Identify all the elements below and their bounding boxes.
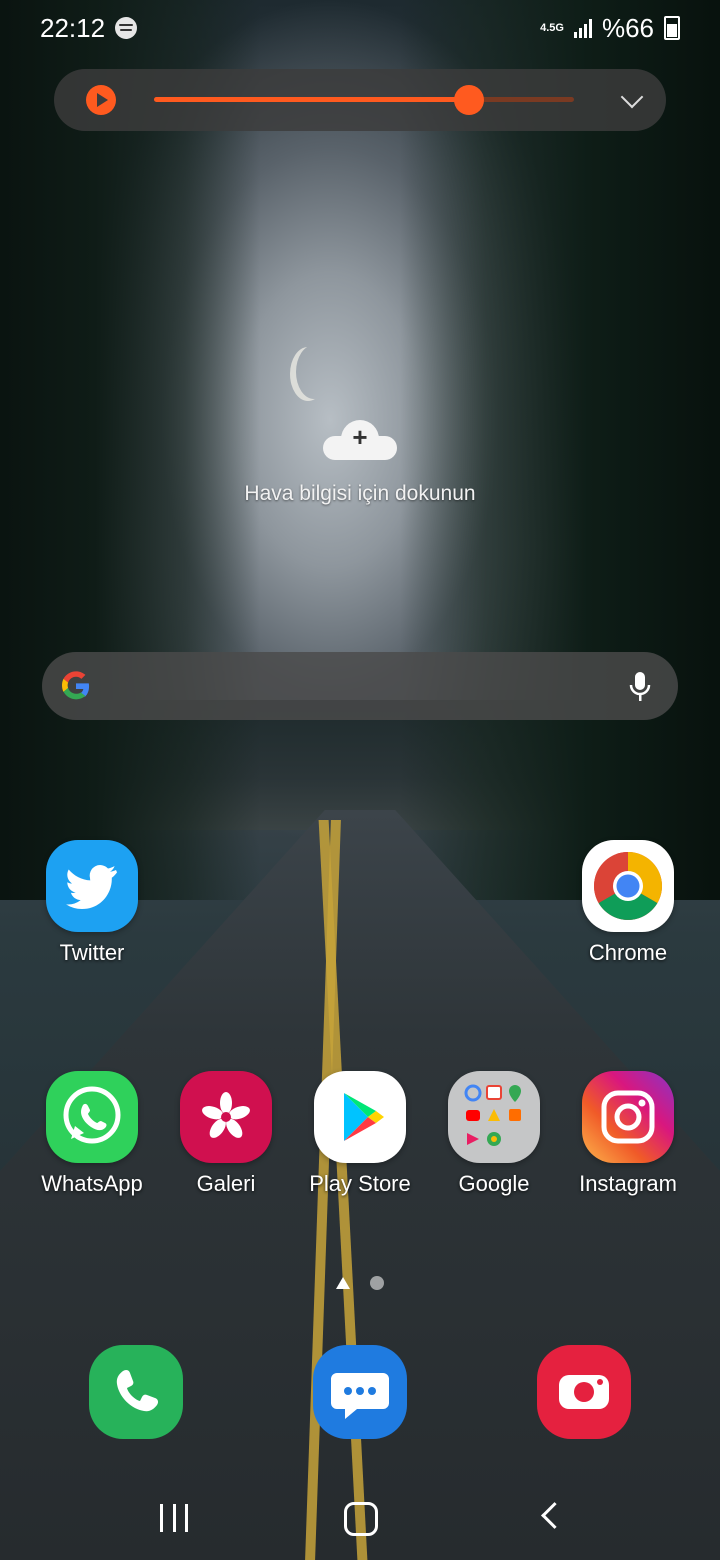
page-dot[interactable] bbox=[370, 1276, 384, 1290]
app-label: WhatsApp bbox=[41, 1171, 143, 1196]
google-folder-icon[interactable] bbox=[448, 1071, 540, 1163]
home-button[interactable] bbox=[344, 1502, 378, 1536]
wallpaper bbox=[0, 0, 720, 1560]
battery-percent: %66 bbox=[601, 12, 654, 43]
twitter-icon[interactable] bbox=[46, 840, 138, 932]
cloud-add-icon[interactable]: + bbox=[323, 418, 397, 462]
app-play-store[interactable]: Play Store bbox=[295, 1071, 425, 1197]
navigation-bar bbox=[0, 1480, 720, 1560]
app-label: Google bbox=[458, 1171, 530, 1196]
chrome-icon[interactable] bbox=[582, 840, 674, 932]
messages-icon[interactable] bbox=[313, 1345, 407, 1439]
media-progress-fill bbox=[154, 97, 469, 102]
app-label: Play Store bbox=[309, 1171, 411, 1196]
chevron-down-icon[interactable] bbox=[620, 85, 644, 109]
app-label: Twitter bbox=[59, 940, 125, 965]
google-g-icon bbox=[62, 671, 90, 700]
weather-widget[interactable]: + Hava bilgisi için dokunun bbox=[200, 418, 520, 528]
back-button[interactable] bbox=[541, 1502, 568, 1529]
recent-apps-button[interactable] bbox=[160, 1504, 188, 1532]
media-progress-bar[interactable] bbox=[154, 85, 574, 115]
battery-icon bbox=[664, 16, 680, 40]
status-bar: 22:12 4.5G %66 bbox=[0, 0, 720, 56]
app-whatsapp[interactable]: WhatsApp bbox=[27, 1071, 157, 1197]
spotify-icon bbox=[115, 17, 138, 39]
signal-icon bbox=[573, 18, 592, 38]
mic-icon[interactable] bbox=[628, 670, 652, 704]
network-type: 4.5G bbox=[540, 21, 564, 34]
play-button[interactable] bbox=[86, 85, 116, 115]
phone-icon[interactable] bbox=[89, 1345, 183, 1439]
app-twitter[interactable]: Twitter bbox=[27, 840, 157, 966]
gallery-icon[interactable] bbox=[180, 1071, 272, 1163]
app-label: Instagram bbox=[579, 1171, 677, 1196]
home-page-dot[interactable] bbox=[336, 1277, 350, 1289]
camera-icon[interactable] bbox=[537, 1345, 631, 1439]
page-indicator bbox=[0, 1276, 720, 1290]
google-search-bar[interactable] bbox=[42, 652, 678, 720]
instagram-icon[interactable] bbox=[582, 1071, 674, 1163]
app-google-folder[interactable]: Google bbox=[429, 1071, 559, 1197]
whatsapp-icon[interactable] bbox=[46, 1071, 138, 1163]
app-instagram[interactable]: Instagram bbox=[563, 1071, 693, 1197]
media-progress-thumb[interactable] bbox=[454, 85, 484, 115]
moon bbox=[296, 345, 332, 399]
clock: 22:12 bbox=[40, 12, 106, 43]
weather-prompt[interactable]: Hava bilgisi için dokunun bbox=[200, 482, 520, 506]
app-chrome[interactable]: Chrome bbox=[563, 840, 693, 966]
play-store-icon[interactable] bbox=[314, 1071, 406, 1163]
app-label: Chrome bbox=[588, 940, 668, 965]
app-gallery[interactable]: Galeri bbox=[161, 1071, 291, 1197]
media-player-widget[interactable] bbox=[54, 69, 666, 131]
app-label: Galeri bbox=[196, 1171, 256, 1196]
